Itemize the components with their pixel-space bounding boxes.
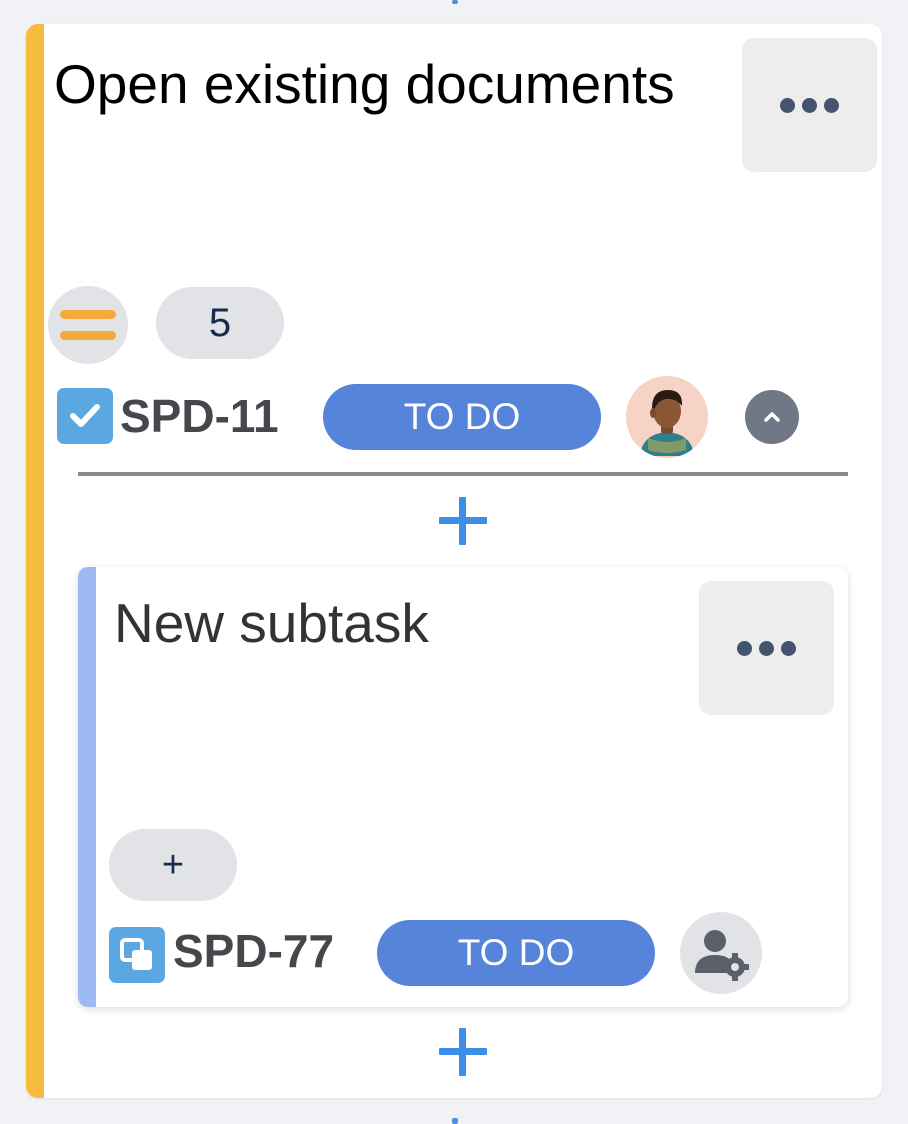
subtask-card[interactable]: New subtask + SPD-77 TO DO <box>78 567 848 1007</box>
subtask-more-button[interactable] <box>699 581 834 715</box>
collapse-subtasks-button[interactable] <box>745 390 799 444</box>
assignee-avatar[interactable] <box>626 376 708 458</box>
subtask-icon <box>109 927 165 983</box>
assign-subtask-button[interactable] <box>680 912 762 994</box>
more-options-icon <box>780 97 795 113</box>
task-title[interactable]: Open existing documents <box>54 52 675 116</box>
task-status-pill[interactable]: TO DO <box>323 384 601 450</box>
task-card[interactable]: Open existing documents 5 SPD-11 TO DO N… <box>26 24 882 1098</box>
chevron-up-icon <box>764 412 780 422</box>
add-subtask-button-bottom[interactable] <box>439 1028 487 1076</box>
subtask-key[interactable]: SPD-77 <box>173 923 334 979</box>
task-card-accent <box>26 24 44 1098</box>
task-more-button[interactable] <box>742 38 877 172</box>
connector-line-top <box>452 0 458 4</box>
subtask-card-accent <box>78 567 96 1007</box>
connector-line-bottom <box>452 1118 458 1124</box>
more-options-icon <box>737 640 752 656</box>
subtask-status-pill[interactable]: TO DO <box>377 920 655 986</box>
subtasks-divider <box>78 472 848 476</box>
user-settings-icon <box>695 930 749 981</box>
add-label-button[interactable]: + <box>109 829 237 901</box>
priority-badge[interactable] <box>48 286 128 364</box>
checkbox-icon <box>57 388 113 444</box>
add-subtask-button[interactable] <box>439 497 487 545</box>
task-key[interactable]: SPD-11 <box>120 388 279 444</box>
priority-medium-icon <box>60 310 116 319</box>
subtask-count-badge[interactable]: 5 <box>156 287 284 359</box>
subtask-title[interactable]: New subtask <box>114 591 429 655</box>
